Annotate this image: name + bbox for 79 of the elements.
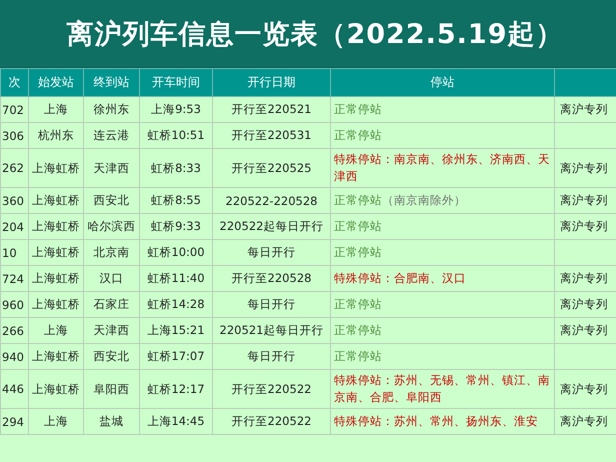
table-cell: 上海虹桥 xyxy=(28,344,84,370)
column-header: 开车时间 xyxy=(140,68,212,96)
table-cell: 702 xyxy=(0,96,28,122)
table-cell: 940 xyxy=(0,344,28,370)
table-cell: 262 xyxy=(0,148,28,188)
table-cell: 正常停站（南京南除外） xyxy=(330,188,554,214)
table-cell: 220521起每日开行 xyxy=(212,318,330,344)
table-cell: 开行至220522 xyxy=(212,370,330,408)
table-cell: 天津西 xyxy=(84,318,140,344)
table-cell: 正常停站 xyxy=(330,318,554,344)
table-cell: 220522-220528 xyxy=(212,188,330,214)
table-cell: 虹桥8:55 xyxy=(140,188,212,214)
table-cell: 266 xyxy=(0,318,28,344)
table-cell: 盐城 xyxy=(84,408,140,434)
table-cell: 虹桥17:07 xyxy=(140,344,212,370)
column-header: 始发站 xyxy=(28,68,84,96)
column-header: 终到站 xyxy=(84,68,140,96)
table-cell: 特殊停站：苏州、无锡、常州、镇江、南京南、合肥、阜阳西 xyxy=(330,370,554,408)
page-title: 离沪列车信息一览表（2022.5.19起） xyxy=(0,0,616,68)
table-cell: 上海 xyxy=(28,96,84,122)
table-cell: 上海虹桥 xyxy=(28,148,84,188)
table-cell: 294 xyxy=(0,408,28,434)
table-cell: 虹桥11:40 xyxy=(140,266,212,292)
table-cell: 特殊停站：合肥南、汉口 xyxy=(330,266,554,292)
table-cell: 虹桥9:33 xyxy=(140,214,212,240)
table-cell: 446 xyxy=(0,370,28,408)
table-cell: 连云港 xyxy=(84,122,140,148)
table-cell: 虹桥12:17 xyxy=(140,370,212,408)
table-cell: 360 xyxy=(0,188,28,214)
table-cell: 虹桥14:28 xyxy=(140,292,212,318)
table-cell: 西安北 xyxy=(84,188,140,214)
table-cell: 虹桥10:00 xyxy=(140,240,212,266)
table-cell: 正常停站 xyxy=(330,96,554,122)
table-cell: 正常停站 xyxy=(330,122,554,148)
table-cell: 开行至220528 xyxy=(212,266,330,292)
table-cell: 虹桥8:33 xyxy=(140,148,212,188)
table-cell: 上海15:21 xyxy=(140,318,212,344)
table-cell: 特殊停站：苏州、常州、扬州东、淮安 xyxy=(330,408,554,434)
table-cell: 开行至220531 xyxy=(212,122,330,148)
table-cell: 上海虹桥 xyxy=(28,266,84,292)
table-cell: 上海虹桥 xyxy=(28,214,84,240)
column-header: 次 xyxy=(0,68,28,96)
table-cell: 正常停站 xyxy=(330,214,554,240)
table-cell: 每日开行 xyxy=(212,292,330,318)
table-cell: 上海虹桥 xyxy=(28,240,84,266)
table-cell: 上海14:45 xyxy=(140,408,212,434)
table-cell: 天津西 xyxy=(84,148,140,188)
table-cell: 虹桥10:51 xyxy=(140,122,212,148)
table-cell: 上海虹桥 xyxy=(28,292,84,318)
table-cell: 正常停站 xyxy=(330,292,554,318)
table-cell: 上海 xyxy=(28,408,84,434)
table-cell: 960 xyxy=(0,292,28,318)
table-cell: 特殊停站：南京南、徐州东、济南西、天津西 xyxy=(330,148,554,188)
table-cell: 阜阳西 xyxy=(84,370,140,408)
column-header: 开行日期 xyxy=(212,68,330,96)
table-cell: 上海虹桥 xyxy=(28,370,84,408)
table-cell: 哈尔滨西 xyxy=(84,214,140,240)
column-header: 停站 xyxy=(330,68,554,96)
table-cell: 徐州东 xyxy=(84,96,140,122)
table-cell: 开行至220522 xyxy=(212,408,330,434)
table-cell: 上海虹桥 xyxy=(28,188,84,214)
table-cell: 上海 xyxy=(28,318,84,344)
table-cell: 西安北 xyxy=(84,344,140,370)
table-cell: 724 xyxy=(0,266,28,292)
table-cell: 10 xyxy=(0,240,28,266)
table-cell: 汉口 xyxy=(84,266,140,292)
table-cell: 上海9:53 xyxy=(140,96,212,122)
table-cell: 每日开行 xyxy=(212,240,330,266)
table-cell: 杭州东 xyxy=(28,122,84,148)
table-cell: 220522起每日开行 xyxy=(212,214,330,240)
table-cell: 204 xyxy=(0,214,28,240)
table-cell: 石家庄 xyxy=(84,292,140,318)
table-cell: 正常停站 xyxy=(330,344,554,370)
table-cell: 开行至220525 xyxy=(212,148,330,188)
table-cell: 306 xyxy=(0,122,28,148)
table-cell: 北京南 xyxy=(84,240,140,266)
table-cell: 正常停站 xyxy=(330,240,554,266)
table-cell: 每日开行 xyxy=(212,344,330,370)
table-cell: 开行至220521 xyxy=(212,96,330,122)
